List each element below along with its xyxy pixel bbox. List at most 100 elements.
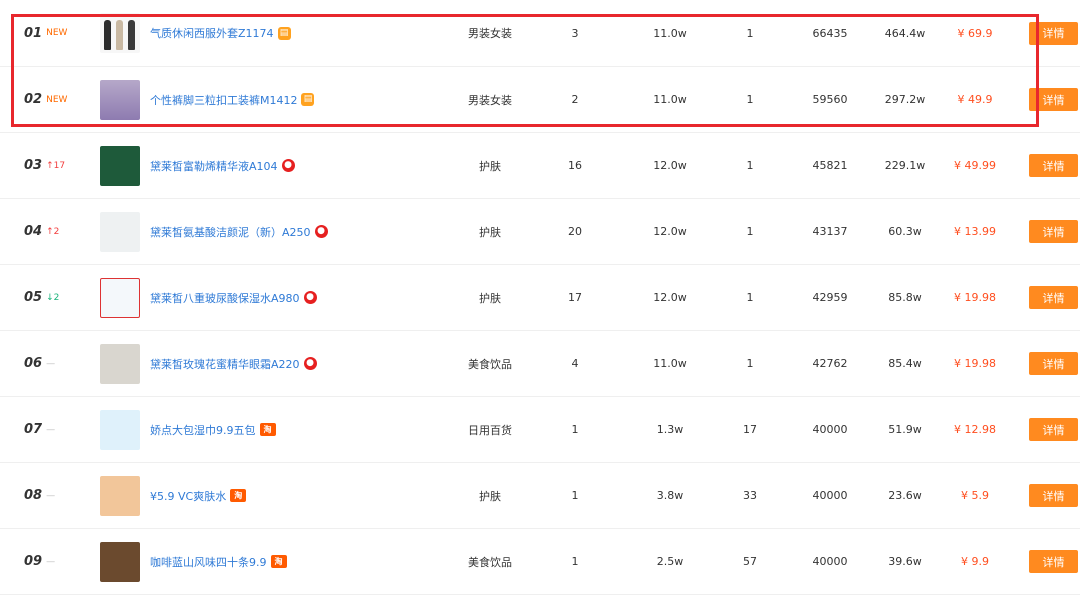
rank-number: 01	[24, 25, 43, 41]
rank-number: 09	[24, 554, 43, 569]
detail-cell: 详情	[1029, 265, 1078, 330]
score-cell: 43137	[812, 225, 848, 238]
detail-button[interactable]: 详情	[1029, 550, 1078, 573]
rank-cell: 07 —	[24, 397, 55, 462]
price-cell: ¥ 5.9	[961, 489, 989, 502]
product-thumbnail[interactable]	[100, 133, 142, 198]
stat-cell: 1	[746, 159, 754, 172]
score-cell: 40000	[812, 555, 848, 568]
product-thumbnail[interactable]	[100, 463, 142, 528]
rank-cell: 09 —	[24, 529, 55, 594]
product-thumbnail[interactable]	[100, 265, 142, 330]
detail-cell: 详情	[1029, 397, 1078, 462]
detail-button[interactable]: 详情	[1029, 352, 1078, 375]
product-name-link[interactable]: 咖啡蓝山风味四十条9.9	[150, 554, 267, 570]
rank-change: NEW	[46, 94, 68, 105]
score-cell: 40000	[812, 423, 848, 436]
product-name-link[interactable]: 黛莱皙八重玻尿酸保湿水A980	[150, 290, 300, 306]
rank-change: ↑2	[46, 226, 60, 237]
rank-number: 03	[24, 158, 43, 173]
product-name-link[interactable]: 黛莱皙氨基酸洁颜泥（新）A250	[150, 224, 311, 240]
sales-cell: 60.3w	[888, 225, 922, 238]
rank-cell: 01 NEW	[24, 0, 67, 66]
detail-button[interactable]: 详情	[1029, 220, 1078, 243]
product-thumbnail[interactable]	[100, 529, 142, 594]
fire-icon: ●	[314, 225, 328, 238]
detail-button[interactable]: 详情	[1029, 154, 1078, 177]
sales-cell: 85.8w	[888, 291, 922, 304]
detail-button[interactable]: 详情	[1029, 484, 1078, 507]
detail-cell: 详情	[1029, 463, 1078, 528]
product-image[interactable]	[100, 409, 140, 450]
count-cell: 2	[571, 93, 579, 106]
product-image[interactable]	[100, 211, 140, 252]
volume-cell: 12.0w	[653, 291, 687, 304]
score-cell: 66435	[812, 26, 848, 40]
product-thumbnail[interactable]	[100, 331, 142, 396]
rank-number: 05	[24, 290, 43, 305]
rank-number: 08	[24, 488, 43, 503]
product-thumbnail[interactable]	[100, 0, 142, 66]
rank-cell: 05 ↓2	[24, 265, 59, 330]
product-image[interactable]	[100, 541, 140, 582]
product-name-link[interactable]: 气质休闲西服外套Z1174	[150, 25, 274, 41]
price-cell: ¥ 13.99	[954, 225, 996, 238]
product-name-cell: 咖啡蓝山风味四十条9.9 淘	[150, 529, 450, 594]
count-cell: 20	[568, 225, 582, 238]
volume-cell: 12.0w	[653, 159, 687, 172]
product-name-cell: 黛莱皙玫瑰花蜜精华眼霜A220 ●	[150, 331, 450, 396]
product-name-link[interactable]: 黛莱皙富勒烯精华液A104	[150, 158, 278, 174]
category-cell: 日用百货	[468, 423, 512, 437]
rank-cell: 02 NEW	[24, 67, 67, 132]
rank-change: NEW	[46, 28, 68, 38]
stat-cell: 1	[746, 225, 754, 238]
detail-cell: 详情	[1029, 529, 1078, 594]
detail-button[interactable]: 详情	[1029, 88, 1078, 111]
detail-cell: 详情	[1029, 199, 1078, 264]
product-thumbnail[interactable]	[100, 199, 142, 264]
count-cell: 17	[568, 291, 582, 304]
table-row: 07 — 娇点大包湿巾9.9五包 淘 日用百货 1 1.3w 17 40000 …	[0, 397, 1080, 463]
price-cell: ¥ 49.99	[954, 159, 996, 172]
product-thumbnail[interactable]	[100, 397, 142, 462]
count-cell: 3	[571, 26, 579, 40]
doc-icon: ▤	[277, 26, 291, 40]
rank-cell: 03 ↑17	[24, 133, 65, 198]
product-thumbnail[interactable]	[100, 67, 142, 132]
detail-button[interactable]: 详情	[1029, 21, 1078, 45]
product-image[interactable]	[100, 475, 140, 516]
score-cell: 45821	[812, 159, 848, 172]
product-name-cell: 个性裤脚三粒扣工装裤M1412 ▤	[150, 67, 450, 132]
table-row: 02 NEW 个性裤脚三粒扣工装裤M1412 ▤ 男装女装 2 11.0w 1 …	[0, 67, 1080, 133]
rank-number: 06	[24, 356, 43, 371]
price-cell: ¥ 69.9	[957, 26, 993, 40]
product-name-link[interactable]: 娇点大包湿巾9.9五包	[150, 422, 256, 438]
volume-cell: 2.5w	[656, 555, 684, 568]
detail-cell: 详情	[1029, 67, 1078, 132]
sales-cell: 51.9w	[888, 423, 922, 436]
rank-change: —	[46, 424, 56, 435]
rank-number: 07	[24, 422, 43, 437]
product-image[interactable]	[100, 13, 140, 53]
product-image[interactable]	[100, 277, 140, 318]
product-image[interactable]	[100, 79, 140, 120]
table-row: 04 ↑2 黛莱皙氨基酸洁颜泥（新）A250 ● 护肤 20 12.0w 1 4…	[0, 199, 1080, 265]
detail-button[interactable]: 详情	[1029, 418, 1078, 441]
table-row: 05 ↓2 黛莱皙八重玻尿酸保湿水A980 ● 护肤 17 12.0w 1 42…	[0, 265, 1080, 331]
product-name-link[interactable]: 黛莱皙玫瑰花蜜精华眼霜A220	[150, 356, 300, 372]
stat-cell: 1	[746, 357, 754, 370]
score-cell: 42762	[812, 357, 848, 370]
volume-cell: 11.0w	[653, 26, 687, 40]
sales-cell: 39.6w	[888, 555, 922, 568]
category-cell: 美食饮品	[468, 357, 512, 371]
rank-cell: 04 ↑2	[24, 199, 59, 264]
detail-cell: 详情	[1029, 0, 1078, 66]
detail-button[interactable]: 详情	[1029, 286, 1078, 309]
product-name-link[interactable]: 个性裤脚三粒扣工装裤M1412	[150, 92, 297, 108]
product-image[interactable]	[100, 343, 140, 384]
category-cell: 男装女装	[468, 27, 512, 40]
stat-cell: 1	[746, 93, 754, 106]
price-cell: ¥ 49.9	[957, 93, 993, 106]
product-name-link[interactable]: ¥5.9 VC爽肤水	[150, 488, 226, 504]
product-image[interactable]	[100, 145, 140, 186]
